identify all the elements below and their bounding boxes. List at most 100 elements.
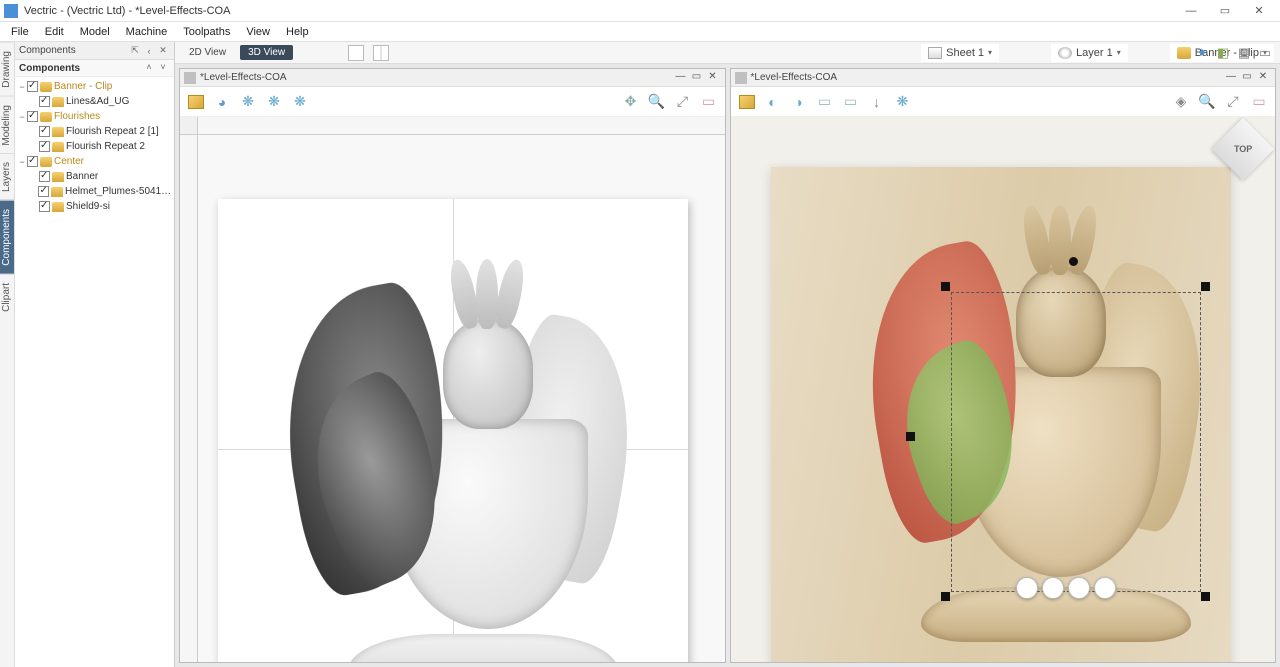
- toolpath-preview-tool[interactable]: ▭: [815, 92, 835, 112]
- view-body-left[interactable]: [180, 117, 725, 662]
- view-min-button[interactable]: —: [673, 71, 689, 85]
- layout-split-button[interactable]: [373, 45, 389, 61]
- workspace-top-bar: 2D View 3D View Sheet 1 ▾ Layer 1 ▾ Bann…: [175, 42, 1280, 64]
- components-tree[interactable]: −Banner - ClipLines&Ad_UG−FlourishesFlou…: [15, 77, 174, 216]
- panel-close-button[interactable]: ✕: [156, 44, 170, 58]
- tree-row[interactable]: Shield9-si: [15, 199, 174, 214]
- layer-label: Layer 1: [1076, 47, 1113, 59]
- menu-machine[interactable]: Machine: [119, 24, 175, 40]
- zoom-in-tool[interactable]: 🔍: [1197, 92, 1217, 112]
- preview-tool-1[interactable]: ❋: [238, 92, 258, 112]
- selection-handle-tr[interactable]: [1201, 282, 1210, 291]
- zoom-fit-tool[interactable]: ⤢: [1223, 92, 1243, 112]
- measure-tool-icon[interactable]: ✦: [1193, 44, 1211, 62]
- tree-visibility-checkbox[interactable]: [27, 156, 38, 167]
- tree-row[interactable]: −Flourishes: [15, 109, 174, 124]
- snap-tool-icon[interactable]: ◧: [1214, 44, 1232, 62]
- toggle-shading-tool[interactable]: ◐: [763, 92, 783, 112]
- shading-tool[interactable]: ◕: [212, 92, 232, 112]
- menu-edit[interactable]: Edit: [38, 24, 71, 40]
- selection-handle-tl[interactable]: [941, 282, 950, 291]
- selection-handle-bl[interactable]: [941, 592, 950, 601]
- tree-visibility-checkbox[interactable]: [39, 201, 50, 212]
- canvas-2d[interactable]: [198, 135, 725, 662]
- download-tool[interactable]: ↓: [867, 92, 887, 112]
- plume-2: [476, 259, 498, 329]
- tree-visibility-checkbox[interactable]: [39, 141, 50, 152]
- options-tool-icon[interactable]: ▭: [1256, 44, 1274, 62]
- selection-box[interactable]: [951, 292, 1201, 592]
- sheet-dropdown[interactable]: Sheet 1 ▾: [921, 44, 999, 62]
- tab-3d-view[interactable]: 3D View: [240, 45, 293, 60]
- zoom-window-tool[interactable]: ▭: [1249, 92, 1269, 112]
- zoom-fit-tool[interactable]: ⤢: [673, 92, 693, 112]
- tree-visibility-checkbox[interactable]: [39, 96, 50, 107]
- preview-tool-2[interactable]: ❋: [264, 92, 284, 112]
- tree-label: Center: [54, 156, 84, 167]
- material-tool[interactable]: [737, 92, 757, 112]
- window-close-button[interactable]: ✕: [1242, 1, 1276, 21]
- tree-row[interactable]: Flourish Repeat 2: [15, 139, 174, 154]
- side-tab-components[interactable]: Components: [0, 200, 14, 274]
- zoom-window-tool[interactable]: ▭: [699, 92, 719, 112]
- view-close-button[interactable]: ✕: [705, 71, 721, 85]
- canvas-3d[interactable]: TOP: [731, 117, 1276, 662]
- side-tab-layers[interactable]: Layers: [0, 153, 14, 200]
- tree-visibility-checkbox[interactable]: [38, 186, 49, 197]
- tree-expand-icon: [29, 127, 39, 137]
- gizmo-button-3[interactable]: [1068, 577, 1090, 599]
- panel-menu-button[interactable]: ‹: [142, 44, 156, 58]
- tree-expand-icon[interactable]: −: [17, 112, 27, 122]
- window-minimize-button[interactable]: —: [1174, 1, 1208, 21]
- grid-tool-icon[interactable]: ▦: [1235, 44, 1253, 62]
- components-collapse-button[interactable]: ˄: [142, 62, 156, 74]
- tree-expand-icon[interactable]: −: [17, 157, 27, 167]
- selection-rotate-handle[interactable]: [1069, 257, 1078, 266]
- tree-visibility-checkbox[interactable]: [27, 111, 38, 122]
- view-max-button[interactable]: ▭: [689, 71, 705, 85]
- selection-handle-ml[interactable]: [906, 432, 915, 441]
- tree-row[interactable]: Flourish Repeat 2 [1]: [15, 124, 174, 139]
- preview-tool-3[interactable]: ❋: [290, 92, 310, 112]
- view-close-button[interactable]: ✕: [1255, 71, 1271, 85]
- side-tab-clipart[interactable]: Clipart: [0, 274, 14, 320]
- selection-handle-br[interactable]: [1201, 592, 1210, 601]
- tree-row[interactable]: −Banner - Clip: [15, 79, 174, 94]
- side-tab-drawing[interactable]: Drawing: [0, 42, 14, 96]
- view-max-button[interactable]: ▭: [1239, 71, 1255, 85]
- zoom-in-tool[interactable]: 🔍: [647, 92, 667, 112]
- menu-help[interactable]: Help: [279, 24, 316, 40]
- layout-single-button[interactable]: [348, 45, 364, 61]
- layer-dropdown[interactable]: Layer 1 ▾: [1051, 44, 1128, 62]
- side-tab-modeling[interactable]: Modeling: [0, 96, 14, 154]
- sheet-label: Sheet 1: [946, 47, 984, 59]
- menu-toolpaths[interactable]: Toolpaths: [176, 24, 237, 40]
- view-body-right[interactable]: TOP: [731, 117, 1276, 662]
- gizmo-button-4[interactable]: [1094, 577, 1116, 599]
- tree-expand-icon[interactable]: −: [17, 82, 27, 92]
- iso-view-tool[interactable]: ◈: [1171, 92, 1191, 112]
- tree-visibility-checkbox[interactable]: [39, 171, 50, 182]
- menu-model[interactable]: Model: [73, 24, 117, 40]
- tree-row[interactable]: Banner: [15, 169, 174, 184]
- menu-file[interactable]: File: [4, 24, 36, 40]
- pan-tool[interactable]: ✥: [621, 92, 641, 112]
- gizmo-button-2[interactable]: [1042, 577, 1064, 599]
- tree-row[interactable]: − Center: [15, 154, 174, 169]
- panel-unpin-button[interactable]: ⇱: [128, 44, 142, 58]
- menu-view[interactable]: View: [239, 24, 277, 40]
- tree-visibility-checkbox[interactable]: [39, 126, 50, 137]
- settings-tool[interactable]: ❋: [893, 92, 913, 112]
- toolpath-preview-tool-2[interactable]: ▭: [841, 92, 861, 112]
- tree-row[interactable]: Lines&Ad_UG: [15, 94, 174, 109]
- ruler-corner: [180, 117, 198, 135]
- component-preview-tool[interactable]: ◑: [789, 92, 809, 112]
- tree-row[interactable]: Helmet_Plumes-50412-A: [15, 184, 174, 199]
- window-maximize-button[interactable]: ▭: [1208, 1, 1242, 21]
- components-expand-button[interactable]: ˅: [156, 62, 170, 74]
- view-min-button[interactable]: —: [1223, 71, 1239, 85]
- tree-visibility-checkbox[interactable]: [27, 81, 38, 92]
- gizmo-button-1[interactable]: [1016, 577, 1038, 599]
- material-tool[interactable]: [186, 92, 206, 112]
- tab-2d-view[interactable]: 2D View: [181, 45, 234, 60]
